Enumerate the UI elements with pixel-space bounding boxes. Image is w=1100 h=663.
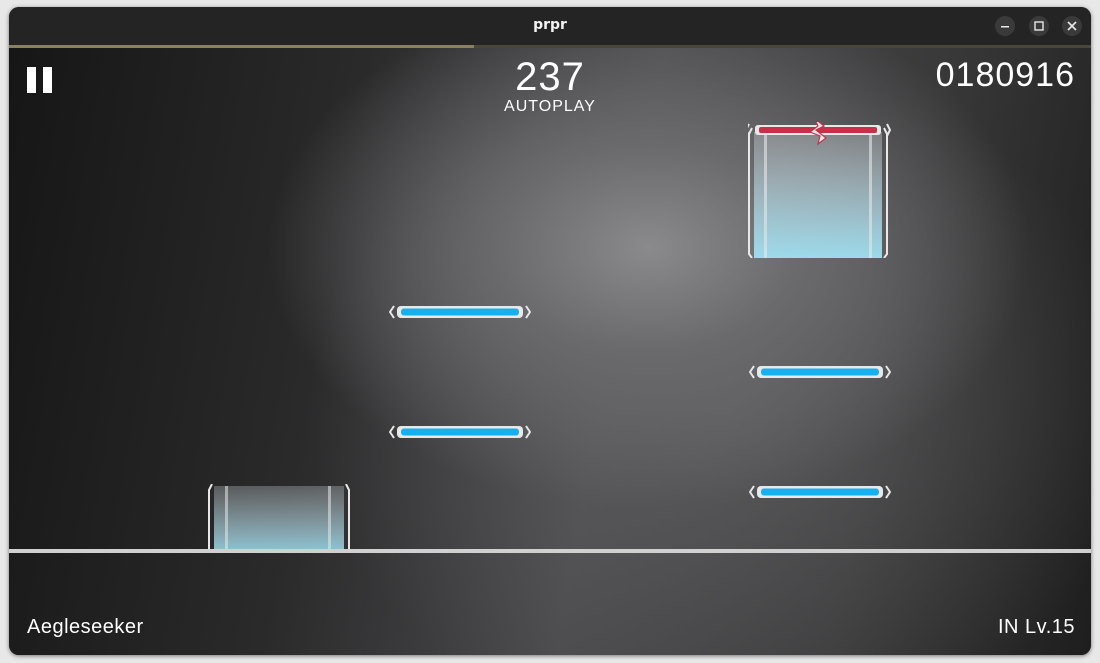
close-button[interactable] bbox=[1062, 16, 1082, 36]
pause-button[interactable] bbox=[27, 67, 53, 93]
maximize-icon bbox=[1034, 21, 1044, 31]
title-bar[interactable]: prpr bbox=[9, 7, 1091, 45]
minimize-button[interactable] bbox=[995, 16, 1015, 36]
pause-icon-bar bbox=[43, 67, 52, 93]
tap-note bbox=[389, 425, 531, 439]
tap-note bbox=[749, 485, 891, 499]
game-window: prpr 237 AUTOPLAY 0180916 Aegleseeker IN… bbox=[9, 7, 1091, 655]
game-canvas[interactable]: 237 AUTOPLAY 0180916 Aegleseeker IN Lv.1… bbox=[9, 48, 1091, 655]
window-title: prpr bbox=[533, 17, 567, 33]
maximize-button[interactable] bbox=[1029, 16, 1049, 36]
hold-note bbox=[208, 484, 350, 552]
difficulty-level: IN Lv.15 bbox=[998, 616, 1075, 638]
judge-line bbox=[9, 549, 1091, 553]
pause-icon bbox=[27, 67, 36, 93]
hold-note-flick-head bbox=[748, 122, 892, 258]
autoplay-label: AUTOPLAY bbox=[504, 98, 596, 115]
combo-counter: 237 bbox=[515, 55, 585, 99]
tap-note bbox=[389, 305, 531, 319]
song-name: Aegleseeker bbox=[27, 616, 144, 638]
minimize-icon bbox=[1001, 26, 1009, 28]
score-display: 0180916 bbox=[935, 56, 1075, 94]
close-icon bbox=[1067, 21, 1077, 31]
tap-note bbox=[749, 365, 891, 379]
